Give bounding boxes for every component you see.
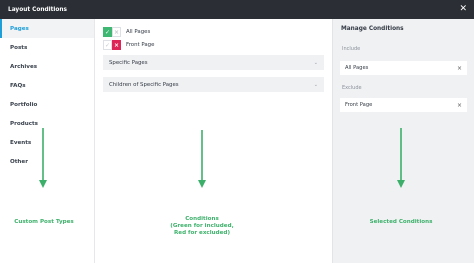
specific-pages-expander[interactable]: Specific Pages ⌄ [103, 55, 324, 70]
sidebar-item-events[interactable]: Events [0, 133, 94, 152]
chip-label: Front Page [345, 102, 373, 108]
annotation-conditions: Conditions (Green for included, Red for … [152, 216, 252, 237]
sidebar-item-other[interactable]: Other [0, 152, 94, 171]
check-icon[interactable]: ✓ [103, 27, 112, 37]
include-exclude-toggle[interactable]: ✓ × [103, 40, 121, 50]
check-icon[interactable]: ✓ [103, 40, 112, 50]
annotation-selected-conditions: Selected Conditions [369, 219, 433, 225]
arrow-down-icon [198, 130, 206, 188]
close-icon[interactable]: ✕ [459, 5, 467, 14]
children-of-specific-pages-expander[interactable]: Children of Specific Pages ⌄ [103, 77, 324, 92]
sidebar-item-pages[interactable]: Pages [0, 19, 94, 38]
layout-conditions-dialog: Layout Conditions ✕ Pages Posts Archives… [0, 0, 474, 263]
arrow-down-icon [397, 128, 405, 188]
remove-icon[interactable]: × [457, 65, 462, 72]
condition-row-front-page: ✓ × Front Page [103, 40, 154, 50]
excluded-condition-chip: Front Page × [340, 98, 467, 112]
condition-label: All Pages [126, 29, 151, 35]
included-condition-chip: All Pages × [340, 61, 467, 75]
annotation-line: Conditions [185, 216, 219, 222]
expander-label: Specific Pages [109, 59, 148, 66]
annotation-custom-post-types: Custom Post Types [14, 219, 74, 225]
dialog-title: Layout Conditions [8, 6, 67, 13]
chevron-down-icon: ⌄ [313, 59, 318, 66]
chip-label: All Pages [345, 65, 369, 71]
close-icon[interactable]: × [112, 40, 121, 50]
sidebar-item-posts[interactable]: Posts [0, 38, 94, 57]
expander-label: Children of Specific Pages [109, 81, 179, 88]
post-type-sidebar: Pages Posts Archives FAQs Portfolio Prod… [0, 19, 95, 263]
sidebar-item-portfolio[interactable]: Portfolio [0, 95, 94, 114]
remove-icon[interactable]: × [457, 102, 462, 109]
include-exclude-toggle[interactable]: ✓ × [103, 27, 121, 37]
close-icon[interactable]: × [112, 27, 121, 37]
annotation-line: Red for excluded) [173, 230, 230, 236]
include-label: Include [342, 46, 361, 52]
exclude-label: Exclude [342, 85, 362, 91]
sidebar-item-products[interactable]: Products [0, 114, 94, 133]
condition-label: Front Page [126, 42, 155, 48]
dialog-header: Layout Conditions ✕ [0, 0, 474, 19]
manage-conditions-title: Manage Conditions [341, 26, 404, 32]
arrow-down-icon [39, 128, 47, 188]
chevron-down-icon: ⌄ [313, 81, 318, 88]
annotation-line: (Green for included, [170, 223, 234, 229]
condition-row-all-pages: ✓ × All Pages [103, 27, 150, 37]
sidebar-item-archives[interactable]: Archives [0, 57, 94, 76]
sidebar-item-faqs[interactable]: FAQs [0, 76, 94, 95]
